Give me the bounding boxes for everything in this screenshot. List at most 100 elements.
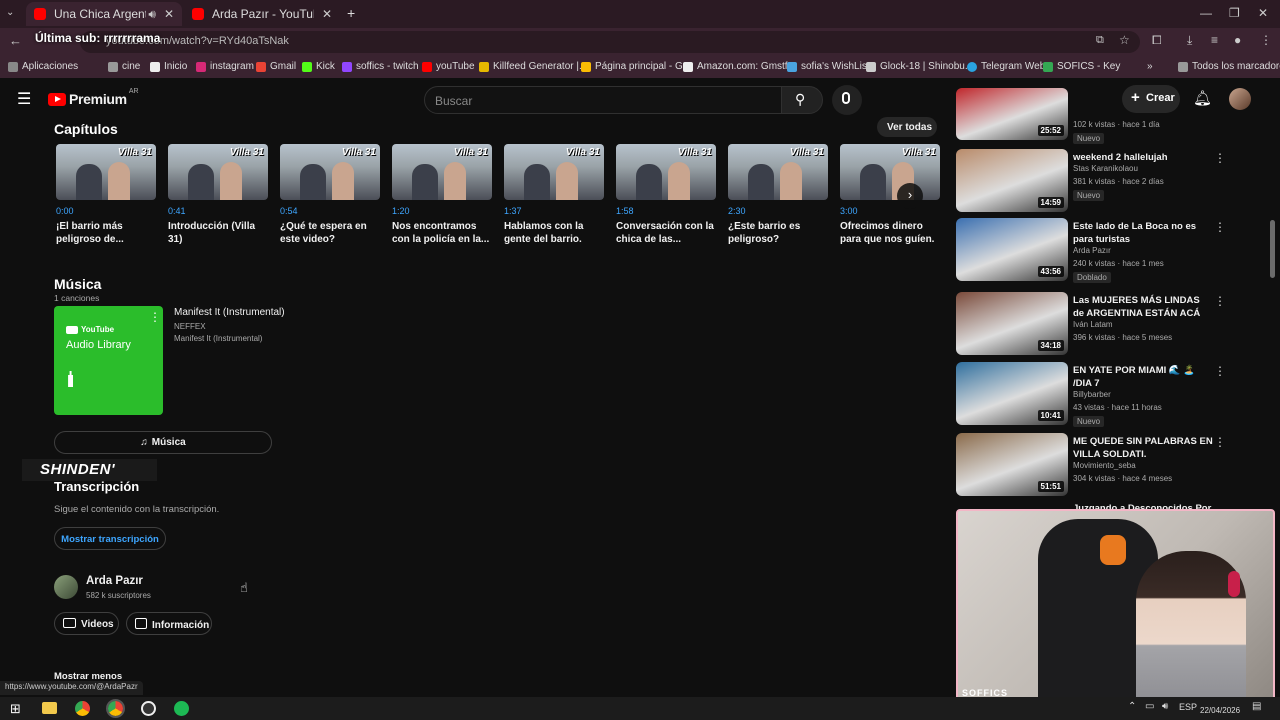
videos-button[interactable]: Videos — [54, 612, 119, 635]
chapter-timestamp[interactable]: 2:30 — [728, 206, 828, 216]
bookmark-item[interactable]: soffics - twitch — [342, 61, 419, 72]
chrome-active-icon[interactable] — [106, 699, 125, 718]
notification-icon[interactable]: ▤ — [1252, 701, 1261, 712]
bookmarks-overflow-icon[interactable]: » — [1147, 61, 1153, 72]
page-scrollbar[interactable] — [1270, 220, 1275, 278]
thumb-person — [332, 162, 354, 200]
info-button[interactable]: Información — [126, 612, 212, 635]
related-video-item[interactable]: 51:51 ME QUEDE SIN PALABRAS EN VILLA SOLD… — [956, 433, 1256, 499]
bookmark-item[interactable]: youTube — [422, 61, 475, 72]
search-button[interactable]: ⚲ — [781, 86, 823, 114]
chapter-timestamp[interactable]: 0:41 — [168, 206, 268, 216]
chapter-timestamp[interactable]: 0:54 — [280, 206, 380, 216]
chapter-item[interactable]: Villa 31 1:37 Hablamos con la gente del ba… — [504, 144, 604, 246]
chapter-timestamp[interactable]: 1:58 — [616, 206, 716, 216]
bookmark-item[interactable]: Killfeed Generator |... — [479, 61, 587, 72]
youtube-logo[interactable]: Premium AR — [48, 88, 139, 107]
song-cover[interactable]: YouTube Audio Library ılı ⋮ — [54, 306, 163, 415]
related-video-item[interactable]: 14:59 weekend 2 hallelujah Stas Karanikola… — [956, 149, 1256, 215]
thumb-person — [556, 162, 578, 200]
voice-search-button[interactable] — [832, 85, 862, 115]
related-video-item[interactable]: 25:52 102 k vistas · hace 1 día Nuevo — [956, 88, 1256, 144]
search-input[interactable]: Buscar — [424, 86, 782, 114]
install-icon[interactable]: ⧉ — [1096, 34, 1104, 47]
bookmark-item[interactable]: Glock-18 | Shinobu... — [866, 61, 973, 72]
browser-tab-bar: ⌄ Una Chica Argentina Me Lleva... 🔊︎ ✕ A… — [0, 0, 1280, 28]
music-heading: Música — [54, 276, 102, 292]
chapter-item[interactable]: Villa 31 0:00 ¡El barrio más peligroso de.… — [56, 144, 156, 246]
chapters-next-icon[interactable]: › — [897, 183, 923, 209]
close-icon[interactable]: ✕ — [322, 7, 332, 21]
chapter-item[interactable]: Villa 31 2:30 ¿Este barrio es peligroso? — [728, 144, 828, 246]
close-icon[interactable]: ✕ — [164, 7, 174, 21]
bookmark-item[interactable]: Inicio — [150, 61, 187, 72]
star-icon[interactable]: ☆ — [1119, 33, 1130, 47]
chapter-title: ¿Este barrio es peligroso? — [728, 221, 801, 245]
bookmark-item[interactable]: sofia's WishList — [787, 61, 870, 72]
see-all-chapters-button[interactable]: Ver todas — [877, 117, 937, 137]
chapter-timestamp[interactable]: 1:37 — [504, 206, 604, 216]
spotify-icon[interactable] — [174, 701, 189, 716]
window-close-icon[interactable]: ✕ — [1258, 6, 1268, 20]
chapter-item[interactable]: Villa 31 0:54 ¿Qué te espera en este video… — [280, 144, 380, 246]
song-title[interactable]: Manifest It (Instrumental) — [174, 307, 285, 318]
bookmark-item[interactable]: Telegram Web — [967, 61, 1045, 72]
music-button[interactable]: ♫ Música — [54, 431, 272, 454]
tab-inactive[interactable]: Arda Pazır - YouTube ✕ — [184, 2, 340, 26]
speaker-icon[interactable]: 🔊︎ — [148, 7, 156, 22]
bookmark-item[interactable]: cine — [108, 61, 140, 72]
more-options-icon[interactable]: ⋮ — [149, 310, 161, 324]
more-options-icon[interactable]: ⋮ — [1214, 435, 1226, 449]
hamburger-menu-icon[interactable]: ☰ — [17, 89, 31, 109]
windows-start-icon[interactable]: ⊞ — [10, 701, 21, 717]
obs-icon[interactable] — [141, 701, 156, 716]
related-video-item[interactable]: 10:41 EN YATE POR MIAMI 🌊 🏝️ /DIA 7 Billyb… — [956, 362, 1256, 428]
channel-avatar[interactable] — [54, 575, 78, 599]
chapter-timestamp[interactable]: 1:20 — [392, 206, 492, 216]
minimize-icon[interactable]: — — [1200, 6, 1212, 20]
thumb-person — [780, 162, 802, 200]
more-options-icon[interactable]: ⋮ — [1214, 364, 1226, 378]
all-bookmarks[interactable]: Todos los marcadores — [1178, 61, 1280, 72]
profile-icon[interactable]: ● — [1234, 33, 1241, 47]
chapter-timestamp[interactable]: 3:00 — [840, 206, 937, 216]
bookmark-item[interactable]: SOFICS - Key — [1043, 61, 1120, 72]
language-indicator[interactable]: ESP — [1179, 702, 1197, 712]
extensions-icon[interactable]: ⧠ — [1152, 33, 1162, 48]
channel-name[interactable]: Arda Pazır — [86, 575, 143, 587]
chapter-item[interactable]: Villa 31 0:41 Introducción (Villa 31) — [168, 144, 268, 246]
related-title: weekend 2 hallelujah — [1073, 152, 1168, 163]
menu-icon[interactable]: ⋮ — [1260, 33, 1272, 47]
related-video-item[interactable]: 43:56 Este lado de La Boca no es para tur… — [956, 218, 1256, 284]
bookmark-item[interactable]: Gmail — [256, 61, 296, 72]
bookmark-item[interactable]: instagram — [196, 61, 254, 72]
url-field[interactable]: youtube.com/watch?v=RYd40aTsNak — [80, 31, 1140, 53]
network-icon[interactable]: ▭ — [1145, 701, 1154, 712]
bookmark-item[interactable]: Aplicaciones — [8, 61, 78, 72]
new-tab-button[interactable]: + — [347, 5, 355, 21]
volume-icon[interactable]: 🔊︎ — [1162, 701, 1168, 712]
media-icon[interactable]: ≡ — [1211, 33, 1218, 47]
download-icon[interactable]: ⤓ — [1187, 33, 1192, 48]
chrome-icon[interactable] — [75, 701, 90, 716]
address-bar: ← youtube.com/watch?v=RYd40aTsNak Última… — [0, 28, 1280, 56]
clock-date[interactable]: 22/04/2026 — [1200, 706, 1240, 715]
more-options-icon[interactable]: ⋮ — [1214, 220, 1226, 234]
back-icon[interactable]: ← — [9, 33, 22, 48]
tray-up-icon[interactable]: ⌃ — [1128, 701, 1136, 712]
bookmark-item[interactable]: Página principal - G... — [581, 61, 691, 72]
tab-search-icon[interactable]: ⌄ — [6, 7, 14, 18]
file-explorer-icon[interactable] — [42, 702, 57, 714]
chapter-item[interactable]: Villa 31 1:20 Nos encontramos con la polic… — [392, 144, 492, 246]
more-options-icon[interactable]: ⋮ — [1214, 294, 1226, 308]
bookmark-item[interactable]: Kick — [302, 61, 335, 72]
chapter-timestamp[interactable]: 0:00 — [56, 206, 156, 216]
chapter-item[interactable]: Villa 31 1:58 Conversación con la chica de… — [616, 144, 716, 246]
restore-icon[interactable]: ❐ — [1229, 6, 1240, 20]
related-video-item[interactable]: 34:18 Las MUJERES MÁS LINDAS de ARGENTINA… — [956, 292, 1256, 358]
bookmark-item[interactable]: Amazon.com: Gmstf... — [683, 61, 796, 72]
show-transcript-button[interactable]: Mostrar transcripción — [54, 527, 166, 550]
tab-active[interactable]: Una Chica Argentina Me Lleva... 🔊︎ ✕ — [26, 2, 182, 26]
more-options-icon[interactable]: ⋮ — [1214, 151, 1226, 165]
thumb-text: Villa 31 — [229, 147, 264, 158]
